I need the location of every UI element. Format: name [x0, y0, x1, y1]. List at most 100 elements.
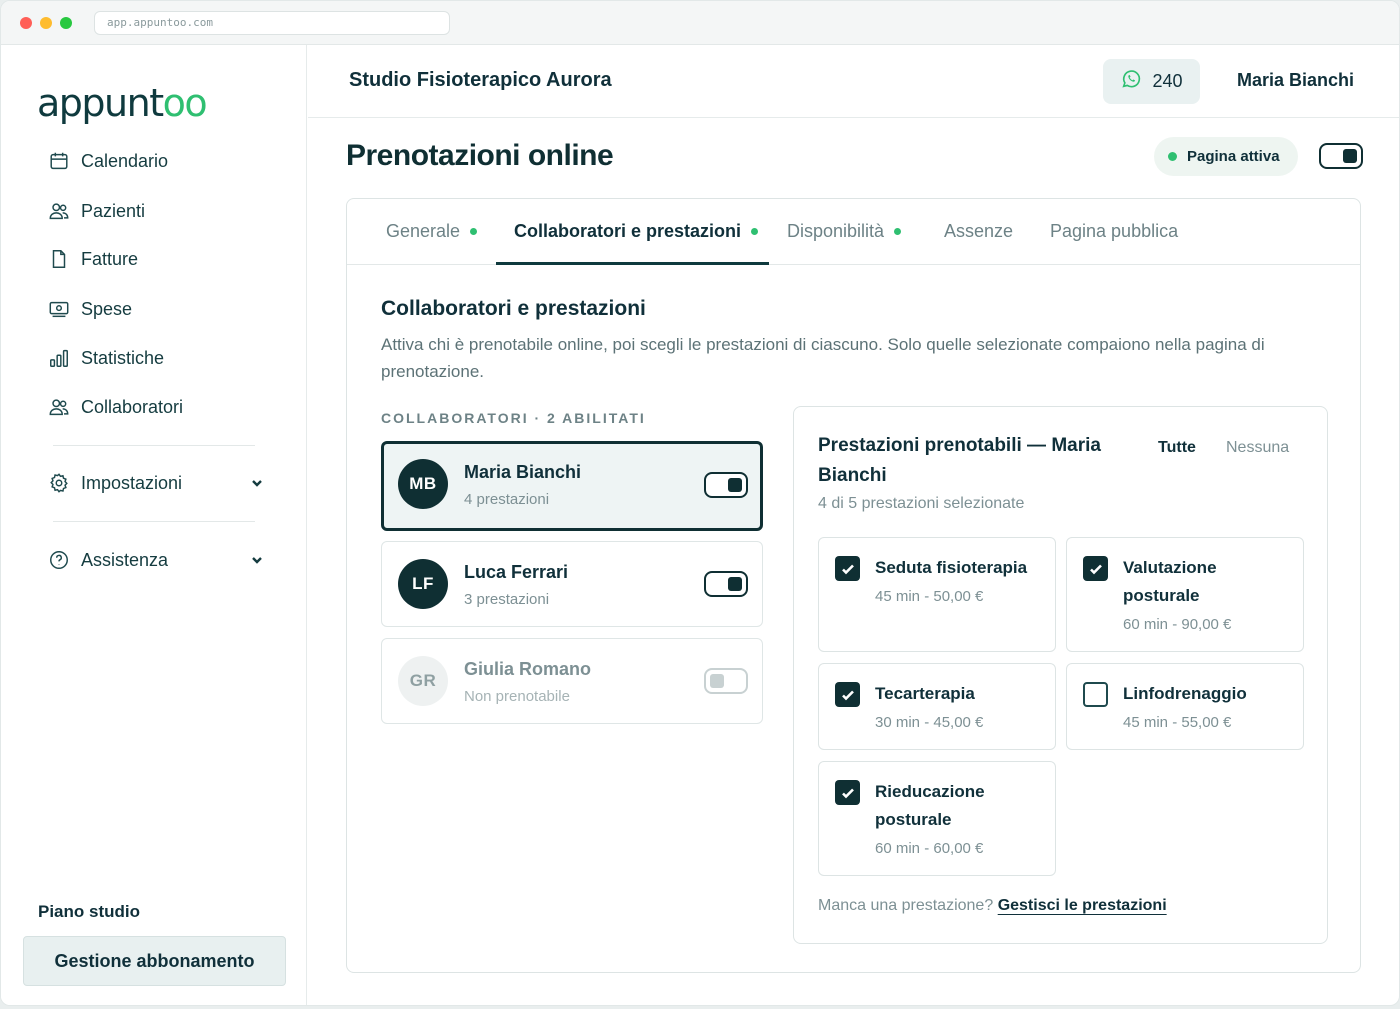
status-dot: [470, 228, 478, 235]
section-title: Collaboratori e prestazioni: [381, 297, 646, 320]
collaborator-name: Maria Bianchi: [464, 462, 582, 482]
services-panel-title: Prestazioni prenotabili — Maria Bianchi: [818, 435, 1101, 486]
check-icon: [841, 564, 854, 574]
sidebar-divider: [53, 445, 255, 446]
collaborator-enabled-toggle[interactable]: [704, 472, 748, 498]
app-window: app.appuntoo.com appuntoo Calendario Paz…: [0, 0, 1400, 1006]
tab-assenze[interactable]: Assenze: [944, 221, 1013, 242]
studio-name: Studio Fisioterapico Aurora: [349, 69, 612, 91]
services-panel: Prestazioni prenotabili — Maria Bianchi …: [793, 406, 1328, 944]
service-checkbox[interactable]: [835, 556, 860, 581]
collaborator-services-count: 4 prestazioni: [464, 491, 550, 508]
status-dot: [751, 228, 759, 235]
minimize-window-button[interactable]: [40, 17, 52, 29]
sidebar-item-statistiche[interactable]: Statistiche: [47, 343, 164, 373]
sidebar-item-fatture[interactable]: Fatture: [47, 244, 138, 274]
collaborators-header: COLLABORATORI · 2 ABILITATI: [381, 410, 646, 426]
check-icon: [1089, 564, 1102, 574]
check-icon: [841, 788, 854, 798]
wallet-icon: [47, 297, 71, 321]
gear-icon: [47, 471, 71, 495]
services-selected-count: 4 di 5 prestazioni selezionate: [818, 495, 1025, 512]
sidebar-item-label: Impostazioni: [81, 472, 183, 493]
collaborator-enabled-toggle[interactable]: [704, 571, 748, 597]
status-dot: [894, 228, 902, 235]
service-checkbox[interactable]: [1083, 682, 1108, 707]
tab-disponibilita[interactable]: Disponibilità: [787, 221, 902, 242]
service-name: Tecarterapia: [875, 684, 975, 703]
collaborator-card[interactable]: MB Maria Bianchi 4 prestazioni: [381, 441, 763, 531]
status-badge: Pagina attiva: [1154, 137, 1298, 176]
tab-bar: Generale Collaboratori e prestazioni Dis…: [347, 199, 1360, 265]
service-meta: 45 min - 55,00 €: [1123, 714, 1232, 731]
manage-subscription-button[interactable]: Gestione abbonamento: [23, 936, 286, 986]
collaborator-card[interactable]: GR Giulia Romano Non prenotabile: [381, 638, 763, 724]
sidebar-item-spese[interactable]: Spese: [47, 294, 132, 324]
sidebar-item-collaboratori[interactable]: Collaboratori: [47, 392, 183, 422]
avatar: LF: [398, 559, 448, 609]
service-card[interactable]: Rieducazione posturale 60 min - 60,00 €: [818, 761, 1056, 876]
sidebar-item-pazienti[interactable]: Pazienti: [47, 196, 145, 226]
collaborator-services-count: Non prenotabile: [464, 688, 570, 705]
service-name: Rieducazione posturale: [875, 782, 985, 829]
collaborator-enabled-toggle[interactable]: [704, 668, 748, 694]
service-checkbox[interactable]: [835, 682, 860, 707]
sidebar: appuntoo Calendario Pazienti Fatture Spe…: [1, 45, 307, 1005]
maximize-window-button[interactable]: [60, 17, 72, 29]
service-card[interactable]: Linfodrenaggio 45 min - 55,00 €: [1066, 663, 1304, 750]
document-icon: [47, 247, 71, 271]
whatsapp-count: 240: [1152, 71, 1183, 91]
sidebar-item-label: Fatture: [81, 248, 139, 269]
service-checkbox[interactable]: [835, 780, 860, 805]
service-meta: 30 min - 45,00 €: [875, 714, 984, 731]
users-icon: [47, 395, 71, 419]
sidebar-item-label: Assistenza: [81, 549, 169, 570]
sidebar-item-label: Statistiche: [81, 347, 165, 368]
sidebar-item-assistenza[interactable]: Assistenza: [47, 545, 168, 575]
service-meta: 60 min - 90,00 €: [1123, 616, 1232, 633]
collaborator-name: Luca Ferrari: [464, 562, 569, 582]
avatar: GR: [398, 656, 448, 706]
plan-label: Piano studio: [38, 902, 140, 921]
users-icon: [47, 199, 71, 223]
manage-services-link[interactable]: Gestisci le prestazioni: [998, 897, 1167, 914]
chevron-down-icon[interactable]: [249, 475, 265, 491]
service-card[interactable]: Valutazione posturale 60 min - 90,00 €: [1066, 537, 1304, 652]
tab-generale[interactable]: Generale: [386, 221, 478, 242]
whatsapp-credits-badge[interactable]: 240: [1103, 59, 1200, 104]
sidebar-item-impostazioni[interactable]: Impostazioni: [47, 468, 182, 498]
missing-service-note: Manca una prestazione? Gestisci le prest…: [818, 897, 1167, 914]
chevron-down-icon[interactable]: [249, 552, 265, 568]
calendar-icon: [47, 149, 71, 173]
app-logo[interactable]: appuntoo: [37, 81, 208, 125]
page-active-toggle[interactable]: [1319, 143, 1363, 169]
page-title: Prenotazioni online: [346, 139, 614, 172]
service-name: Valutazione posturale: [1123, 558, 1217, 605]
service-checkbox[interactable]: [1083, 556, 1108, 581]
close-window-button[interactable]: [20, 17, 32, 29]
active-tab-indicator: [496, 262, 769, 265]
select-none-link[interactable]: Nessuna: [1226, 439, 1289, 457]
sidebar-item-calendario[interactable]: Calendario: [47, 146, 168, 176]
help-icon: [47, 548, 71, 572]
tab-collaboratori-prestazioni[interactable]: Collaboratori e prestazioni: [514, 221, 759, 242]
service-card[interactable]: Tecarterapia 30 min - 45,00 €: [818, 663, 1056, 750]
user-menu[interactable]: Maria Bianchi: [1237, 70, 1354, 91]
status-dot: [1168, 152, 1177, 161]
service-name: Seduta fisioterapia: [875, 558, 1028, 577]
tab-pagina-pubblica[interactable]: Pagina pubblica: [1050, 221, 1178, 242]
service-meta: 60 min - 60,00 €: [875, 840, 984, 857]
collaborator-card[interactable]: LF Luca Ferrari 3 prestazioni: [381, 541, 763, 627]
sidebar-item-label: Calendario: [81, 150, 169, 171]
bar-chart-icon: [47, 346, 71, 370]
whatsapp-icon: [1120, 68, 1142, 95]
service-card[interactable]: Seduta fisioterapia 45 min - 50,00 €: [818, 537, 1056, 652]
avatar: MB: [398, 459, 448, 509]
select-all-link[interactable]: Tutte: [1158, 439, 1196, 457]
address-bar[interactable]: app.appuntoo.com: [94, 11, 450, 35]
collaborator-name: Giulia Romano: [464, 659, 592, 679]
section-description: Attiva chi è prenotabile online, poi sce…: [381, 335, 1265, 381]
browser-titlebar: app.appuntoo.com: [1, 1, 1399, 45]
sidebar-item-label: Pazienti: [81, 200, 146, 221]
top-bar: Studio Fisioterapico Aurora 240 Maria Bi…: [308, 45, 1399, 118]
